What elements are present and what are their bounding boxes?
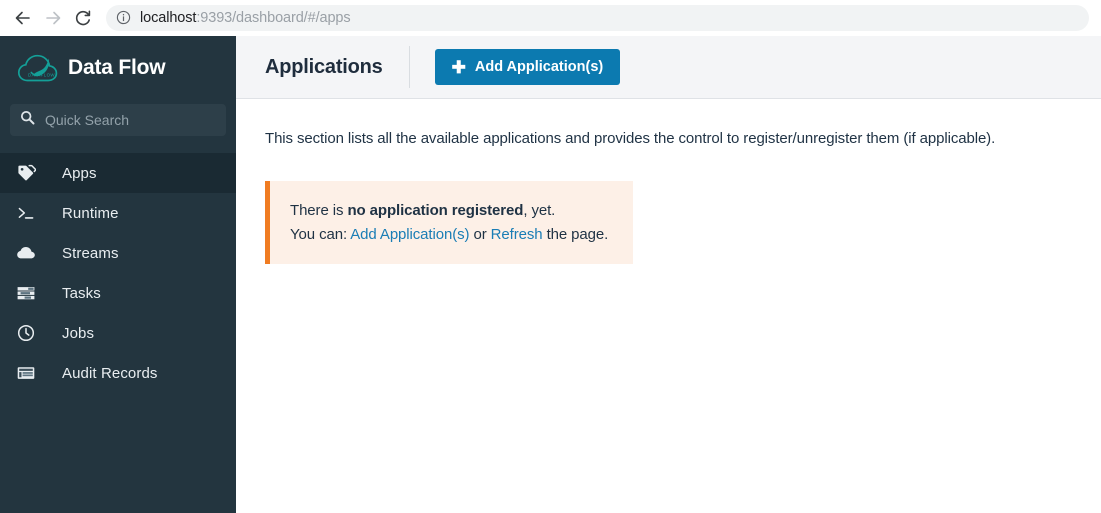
- plus-icon: ✚: [452, 59, 466, 76]
- header-divider: [409, 46, 410, 88]
- tag-icon: [16, 163, 44, 183]
- site-info-icon[interactable]: [116, 10, 131, 25]
- brand[interactable]: DATAFLOW Data Flow: [0, 36, 236, 100]
- sidebar-item-label: Apps: [62, 165, 97, 182]
- browser-reload-button[interactable]: [68, 3, 98, 33]
- sidebar-item-runtime[interactable]: Runtime: [0, 193, 236, 233]
- sidebar-item-label: Streams: [62, 245, 119, 262]
- search-icon: [20, 110, 35, 130]
- sidebar-item-audit-records[interactable]: Audit Records: [0, 353, 236, 393]
- url-host: localhost: [140, 10, 196, 26]
- alert-line1-strong: no application registered: [347, 202, 523, 219]
- quick-search-input[interactable]: [45, 112, 216, 128]
- page-header: Applications ✚ Add Application(s): [236, 36, 1101, 99]
- sidebar: DATAFLOW Data Flow: [0, 36, 236, 513]
- section-description: This section lists all the available app…: [265, 128, 1101, 149]
- alert-line-2: You can: Add Application(s) or Refresh t…: [290, 223, 615, 247]
- sidebar-item-tasks[interactable]: Tasks: [0, 273, 236, 313]
- spring-cloud-data-flow-logo-icon: DATAFLOW: [16, 50, 60, 86]
- quick-search-box[interactable]: [10, 104, 226, 136]
- sidebar-item-jobs[interactable]: Jobs: [0, 313, 236, 353]
- content-area: This section lists all the available app…: [236, 99, 1101, 264]
- svg-text:DATAFLOW: DATAFLOW: [28, 73, 55, 78]
- add-application-button[interactable]: ✚ Add Application(s): [435, 49, 621, 85]
- sidebar-item-label: Jobs: [62, 325, 94, 342]
- brand-title: Data Flow: [68, 56, 165, 80]
- alert-line2-suffix: the page.: [543, 226, 609, 243]
- browser-back-button[interactable]: [8, 3, 38, 33]
- application-root: DATAFLOW Data Flow: [0, 36, 1101, 513]
- cloud-icon: [16, 243, 44, 263]
- browser-forward-button[interactable]: [38, 3, 68, 33]
- alert-line2-prefix: You can:: [290, 226, 350, 243]
- records-icon: [16, 363, 44, 383]
- browser-toolbar: localhost:9393/dashboard/#/apps: [0, 0, 1101, 36]
- alert-line1-prefix: There is: [290, 202, 347, 219]
- main-content: Applications ✚ Add Application(s) This s…: [236, 36, 1101, 513]
- address-bar-url: localhost:9393/dashboard/#/apps: [140, 10, 351, 26]
- sidebar-item-apps[interactable]: Apps: [0, 153, 236, 193]
- alert-add-application-link[interactable]: Add Application(s): [350, 226, 469, 243]
- sidebar-item-label: Audit Records: [62, 365, 158, 382]
- sidebar-item-label: Tasks: [62, 285, 101, 302]
- sidebar-item-streams[interactable]: Streams: [0, 233, 236, 273]
- address-bar[interactable]: localhost:9393/dashboard/#/apps: [106, 5, 1089, 31]
- alert-refresh-link[interactable]: Refresh: [491, 226, 543, 243]
- no-applications-alert: There is no application registered, yet.…: [265, 181, 633, 264]
- alert-line2-middle: or: [469, 226, 490, 243]
- clock-icon: [16, 323, 44, 343]
- terminal-icon: [16, 203, 44, 223]
- url-path: :9393/dashboard/#/apps: [196, 10, 350, 26]
- tasks-icon: [16, 283, 44, 303]
- alert-line-1: There is no application registered, yet.: [290, 199, 615, 223]
- page-title: Applications: [265, 56, 383, 79]
- add-application-button-label: Add Application(s): [475, 59, 603, 75]
- sidebar-item-label: Runtime: [62, 205, 119, 222]
- quick-search-container: [0, 100, 236, 136]
- sidebar-nav: Apps Runtime Streams: [0, 153, 236, 393]
- alert-line1-suffix: , yet.: [523, 202, 555, 219]
